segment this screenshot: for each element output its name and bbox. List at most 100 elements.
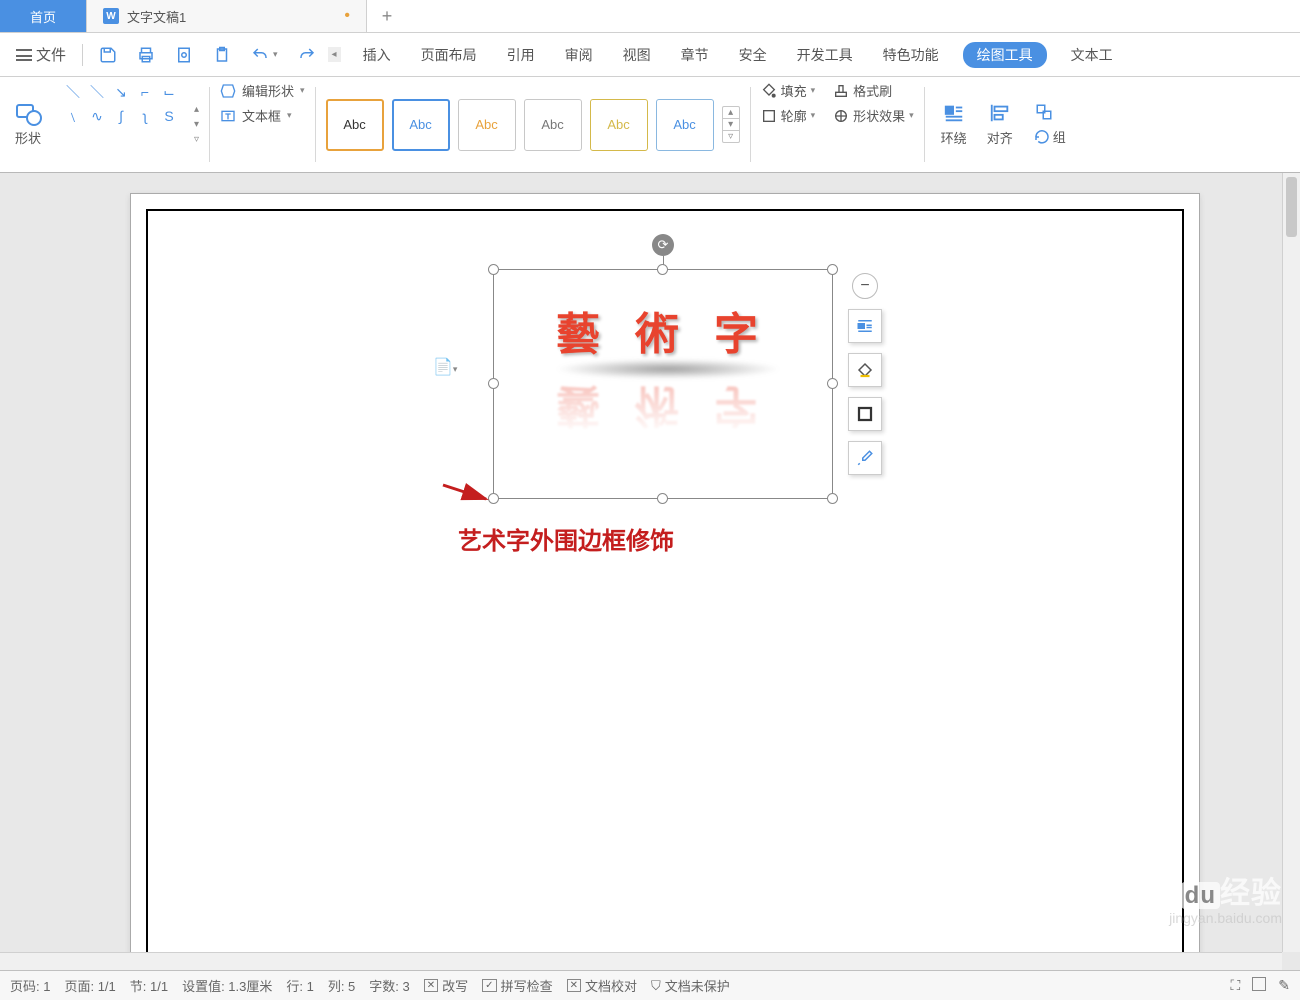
tab-home[interactable]: 首页 <box>0 0 87 32</box>
shape-effect-button[interactable]: 形状效果▾ <box>833 106 914 125</box>
shape-curve2-icon[interactable]: ∿ <box>86 105 108 127</box>
save-button[interactable] <box>91 42 125 68</box>
paw-icon <box>1088 884 1128 912</box>
sb-col[interactable]: 列: 5 <box>328 976 355 995</box>
horizontal-scrollbar[interactable] <box>0 952 1282 970</box>
print-preview-button[interactable] <box>167 42 201 68</box>
shapes-button[interactable]: 形状 <box>14 102 42 147</box>
shape-arrow-icon[interactable]: ↘ <box>110 81 132 103</box>
wordart-text[interactable]: 藝 術 字 <box>494 298 832 362</box>
sb-spellcheck[interactable]: ✓拼写检查 <box>482 976 552 995</box>
ribbon-tab-insert[interactable]: 插入 <box>357 41 397 69</box>
shape-elbow2-icon[interactable]: ⌙ <box>158 81 180 103</box>
edit-mode-button[interactable]: ✎ <box>1278 977 1290 994</box>
eyedropper-button[interactable] <box>848 441 882 475</box>
style-preset-3[interactable]: Abc <box>458 99 516 151</box>
tab-doc-label: 文字文稿1 <box>127 7 186 26</box>
style-preset-6[interactable]: Abc <box>656 99 714 151</box>
tab-document[interactable]: W 文字文稿1 • <box>87 0 367 32</box>
preview-icon <box>175 46 193 64</box>
fill-tool-button[interactable] <box>848 353 882 387</box>
tab-add-button[interactable]: + <box>367 0 407 32</box>
ribbon-tab-layout[interactable]: 页面布局 <box>415 41 483 69</box>
shapes-group: 形状 <box>8 81 48 168</box>
shape-curve3-icon[interactable]: ∫ <box>110 105 132 127</box>
fill-button[interactable]: 填充▾ <box>761 81 816 100</box>
textbox-button[interactable]: 文本框▾ <box>220 106 305 125</box>
outline-button[interactable]: 轮廓▾ <box>761 106 816 125</box>
wordart-selection[interactable]: ⟳ 藝 術 字 藝 術 字 <box>493 269 833 499</box>
shape-gallery-nav[interactable]: ▴▾▿ <box>194 81 199 168</box>
style-gallery-nav[interactable]: ▴▾▿ <box>722 106 740 143</box>
fullscreen-button[interactable]: ⛶ <box>1230 977 1240 994</box>
redo-button[interactable] <box>290 42 324 68</box>
undo-button[interactable]: ▾ <box>243 42 286 68</box>
sb-protect[interactable]: ⛉文档未保护 <box>651 976 730 995</box>
resize-handle-tr[interactable] <box>827 264 838 275</box>
ribbon-tab-security[interactable]: 安全 <box>733 41 773 69</box>
style-preset-5[interactable]: Abc <box>590 99 648 151</box>
shape-elbow-icon[interactable]: ⌐ <box>134 81 156 103</box>
anchor-icon: 📄▾ <box>433 357 457 377</box>
rotate-group-button[interactable]: 组 <box>1027 81 1072 168</box>
document-area: 📄▾ ⟳ 藝 術 字 藝 術 字 − <box>0 173 1300 970</box>
resize-handle-bm[interactable] <box>657 493 668 504</box>
quick-overflow[interactable]: ◂ <box>328 47 341 62</box>
paste-button[interactable] <box>205 42 239 68</box>
edit-group: 编辑形状▾ 文本框▾ <box>220 81 305 168</box>
scroll-thumb[interactable] <box>1286 177 1297 237</box>
ribbon-tab-drawingtools[interactable]: 绘图工具 <box>963 42 1047 68</box>
sb-setvalue[interactable]: 设置值: 1.3厘米 <box>182 976 272 995</box>
fill-icon <box>761 83 777 99</box>
resize-handle-tm[interactable] <box>657 264 668 275</box>
page-margin: 📄▾ ⟳ 藝 術 字 藝 術 字 − <box>146 209 1184 962</box>
annotation-arrow <box>438 477 498 507</box>
format-painter-button[interactable]: 格式刷 <box>833 81 892 100</box>
collapse-button[interactable]: − <box>852 273 878 299</box>
print-button[interactable] <box>129 42 163 68</box>
ribbon-tab-sections[interactable]: 章节 <box>675 41 715 69</box>
sb-row[interactable]: 行: 1 <box>286 976 313 995</box>
sb-page[interactable]: 页面: 1/1 <box>64 976 115 995</box>
style-preset-1[interactable]: Abc <box>326 99 384 151</box>
effect-icon <box>833 108 849 124</box>
tab-home-label: 首页 <box>30 7 56 26</box>
ribbon-tab-texttools[interactable]: 文本工 <box>1065 41 1119 69</box>
group-icon <box>1033 103 1055 121</box>
wrap-button[interactable]: 环绕 <box>935 81 973 168</box>
align-button[interactable]: 对齐 <box>981 81 1019 168</box>
style-preset-2[interactable]: Abc <box>392 99 450 151</box>
doc-type-icon: W <box>103 8 119 24</box>
shape-line-icon[interactable]: ＼ <box>62 81 84 103</box>
ribbon-tab-references[interactable]: 引用 <box>501 41 541 69</box>
ribbon-tab-review[interactable]: 审阅 <box>559 41 599 69</box>
view-mode-button[interactable] <box>1252 977 1266 994</box>
ribbon-tab-developer[interactable]: 开发工具 <box>791 41 859 69</box>
window-tabs: 首页 W 文字文稿1 • + <box>0 0 1300 33</box>
outline-icon <box>761 108 777 124</box>
shape-curve4-icon[interactable]: ʅ <box>134 105 156 127</box>
outline-tool-button[interactable] <box>848 397 882 431</box>
page[interactable]: 📄▾ ⟳ 藝 術 字 藝 術 字 − <box>130 193 1200 963</box>
shape-s-icon[interactable]: S <box>158 105 180 127</box>
resize-handle-tl[interactable] <box>488 264 499 275</box>
shape-line2-icon[interactable]: ＼ <box>86 81 108 103</box>
file-menu[interactable]: 文件 <box>8 40 74 69</box>
shape-gallery[interactable]: ＼ ＼ ↘ ⌐ ⌙ ﹨ ∿ ∫ ʅ S <box>62 81 180 168</box>
rotate-handle[interactable]: ⟳ <box>652 234 674 256</box>
shape-curve-icon[interactable]: ﹨ <box>62 105 84 127</box>
sb-proofread[interactable]: ✕文档校对 <box>567 976 637 995</box>
sb-section[interactable]: 节: 1/1 <box>130 976 168 995</box>
watermark-url: jingyan.baidu.com <box>1088 910 1282 926</box>
resize-handle-br[interactable] <box>827 493 838 504</box>
sb-page-no[interactable]: 页码: 1 <box>10 976 50 995</box>
layout-options-button[interactable] <box>848 309 882 343</box>
edit-shape-button[interactable]: 编辑形状▾ <box>220 81 305 100</box>
status-bar: 页码: 1 页面: 1/1 节: 1/1 设置值: 1.3厘米 行: 1 列: … <box>0 970 1300 1000</box>
sb-chars[interactable]: 字数: 3 <box>369 976 409 995</box>
ribbon-tab-features[interactable]: 特色功能 <box>877 41 945 69</box>
style-preset-4[interactable]: Abc <box>524 99 582 151</box>
ribbon-tab-view[interactable]: 视图 <box>617 41 657 69</box>
vertical-scrollbar[interactable] <box>1282 173 1300 952</box>
sb-rewrite[interactable]: ✕改写 <box>424 976 468 995</box>
